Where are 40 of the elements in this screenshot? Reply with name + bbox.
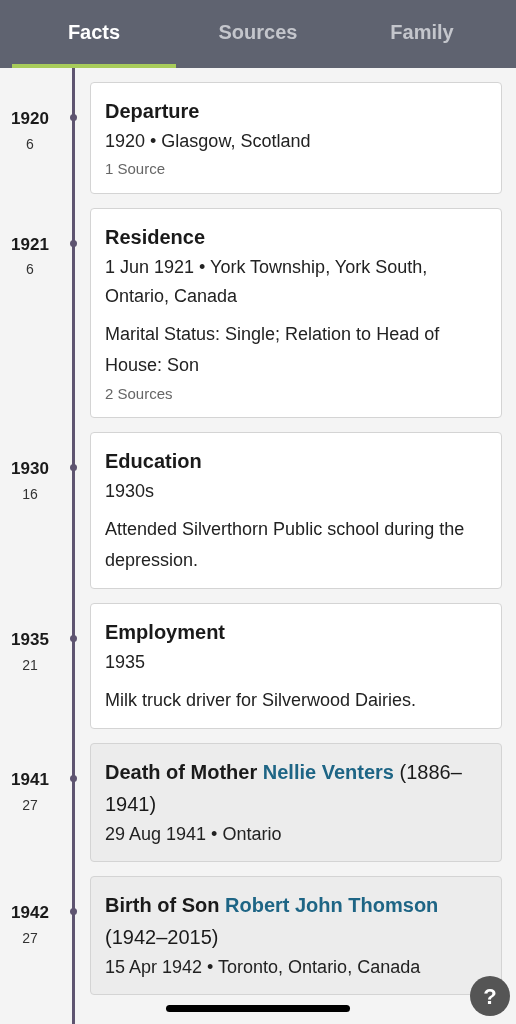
event-age: 21 (22, 655, 38, 675)
event-title: Education (105, 449, 203, 474)
event-title: Birth of Son Robert John Thomson (1942–2015) (105, 893, 440, 950)
event-description: Marital Status: Single; Relation to Head of House: Son (105, 322, 441, 377)
tab[interactable]: Sources (176, 0, 340, 68)
event-date-place: 1935 (105, 651, 147, 674)
sources-link[interactable]: 2 Sources (105, 382, 487, 405)
event-card[interactable]: Employment 1935 Milk truck driver for Silverwood Dairies. (90, 603, 502, 729)
event-card[interactable]: Residence 1 Jun 1921 • York Township, York South, Ontario, Canada Marital Status: Single; Relation to Head of House: Son 2 Sources (90, 207, 502, 418)
event-year: 1920 (11, 108, 49, 130)
event-date-place: 1920 • Glasgow, Scotland (105, 130, 312, 153)
event-description: Milk truck driver for Silverwood Dairies. (105, 689, 418, 712)
event-title: Death of Mother Nellie Venters (1886–1941) (105, 760, 463, 817)
help-button[interactable]: ? (470, 976, 510, 1016)
event-date-place: 15 Apr 1942 • Toronto, Ontario, Canada (105, 956, 422, 979)
event-year: 1941 (11, 769, 49, 791)
event-age: 27 (22, 928, 38, 948)
event-description: Attended Silverthorn Public school during the depression. (105, 518, 466, 572)
event-age: 27 (22, 795, 38, 815)
event-date-place: 1930s (105, 480, 156, 503)
person-link[interactable]: Nellie Venters (262, 761, 394, 783)
event-date-place: 1 Jun 1921 • York Township, York South, Ontario, Canada (105, 255, 429, 308)
person-link[interactable]: Robert John Thomson (225, 894, 439, 916)
event-card[interactable]: Education 1930s Attended Silverthorn Public school during the depression. (90, 432, 502, 589)
sources-link[interactable]: 1 Source (105, 158, 487, 181)
event-year: 1935 (11, 629, 49, 651)
event-age: 6 (26, 134, 34, 154)
event-title: Departure (105, 99, 201, 124)
event-title: Employment (105, 620, 227, 645)
event-date-place: 29 Aug 1941 • Ontario (105, 823, 283, 846)
event-age: 6 (26, 260, 34, 279)
event-card[interactable]: Death of Mother Nellie Venters (1886–1941) 29 Aug 1941 • Ontario (90, 743, 502, 862)
event-age: 16 (22, 484, 38, 504)
tab[interactable]: Facts (12, 0, 176, 68)
event-year: 1921 (11, 233, 49, 256)
event-card[interactable]: Departure 1920 • Glasgow, Scotland 1 Source (90, 82, 502, 194)
event-title: Residence (105, 224, 207, 250)
event-year: 1930 (11, 458, 49, 480)
event-year: 1942 (11, 902, 49, 924)
tab[interactable]: Family (340, 0, 504, 68)
